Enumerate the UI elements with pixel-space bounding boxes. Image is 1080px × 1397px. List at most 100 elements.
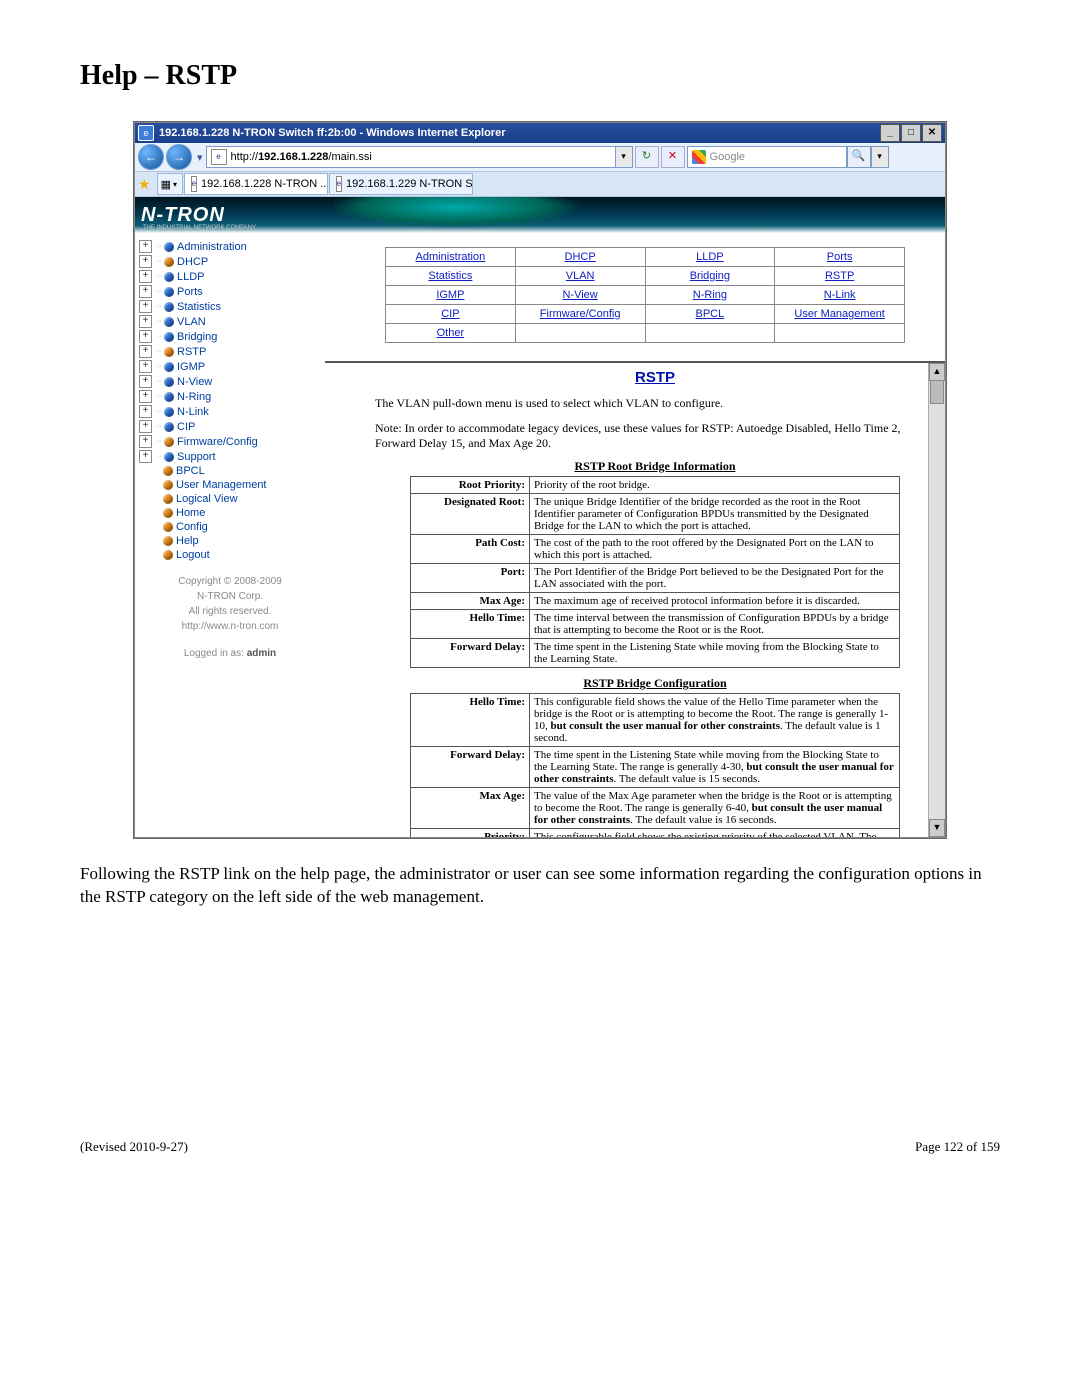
help-topic-cell[interactable]: Administration	[386, 248, 516, 267]
help-topic-link[interactable]: User Management	[794, 308, 885, 320]
url-field[interactable]: e http://192.168.1.228/main.ssi	[206, 146, 616, 168]
nav-item-cip[interactable]: +··CIP	[135, 419, 325, 434]
maximize-button[interactable]: □	[901, 124, 921, 142]
nav-item-rstp[interactable]: +··RSTP	[135, 344, 325, 359]
expand-icon[interactable]: +	[139, 300, 152, 313]
help-topic-cell[interactable]: N-View	[515, 286, 645, 305]
nav-dropdown-icon[interactable]: ▾	[197, 151, 203, 164]
expand-icon[interactable]: +	[139, 255, 152, 268]
help-topic-cell[interactable]: N-Link	[775, 286, 905, 305]
bridge-config-table: Hello Time:This configurable field shows…	[410, 693, 900, 837]
help-topic-link[interactable]: BPCL	[696, 308, 725, 320]
site-link[interactable]: http://www.n-tron.com	[182, 621, 279, 632]
expand-icon[interactable]: +	[139, 405, 152, 418]
nav-item-vlan[interactable]: +··VLAN	[135, 314, 325, 329]
nav-item-logical-view[interactable]: Logical View	[135, 492, 325, 506]
nav-item-support[interactable]: +··Support	[135, 449, 325, 464]
expand-icon[interactable]: +	[139, 285, 152, 298]
tree-connector: ··	[154, 408, 164, 415]
help-topic-cell[interactable]: IGMP	[386, 286, 516, 305]
field-description: Priority of the root bridge.	[530, 477, 900, 494]
nav-item-user-management[interactable]: User Management	[135, 478, 325, 492]
search-dropdown-icon[interactable]: ▾	[871, 146, 889, 168]
expand-icon[interactable]: +	[139, 315, 152, 328]
search-field[interactable]: Google	[687, 146, 847, 168]
expand-icon[interactable]: +	[139, 345, 152, 358]
help-topic-cell[interactable]: N-Ring	[645, 286, 775, 305]
nav-item-n-view[interactable]: +··N-View	[135, 374, 325, 389]
quick-tabs-button[interactable]: ▦▾	[157, 173, 183, 195]
close-button[interactable]: ✕	[922, 124, 942, 142]
stop-button[interactable]: ✕	[661, 146, 685, 168]
bullet-icon	[164, 407, 174, 417]
nav-item-firmware-config[interactable]: +··Firmware/Config	[135, 434, 325, 449]
help-topic-cell[interactable]: Bridging	[645, 267, 775, 286]
help-topic-cell[interactable]: Ports	[775, 248, 905, 267]
help-topic-link[interactable]: N-Link	[824, 289, 856, 301]
nav-item-administration[interactable]: +··Administration	[135, 239, 325, 254]
help-topic-cell[interactable]: LLDP	[645, 248, 775, 267]
url-prefix: http://	[231, 151, 259, 163]
nav-item-igmp[interactable]: +··IGMP	[135, 359, 325, 374]
help-topic-cell[interactable]: RSTP	[775, 267, 905, 286]
nav-item-help[interactable]: Help	[135, 534, 325, 548]
help-topic-link[interactable]: N-View	[562, 289, 597, 301]
search-go-button[interactable]: 🔍	[847, 146, 871, 168]
help-topic-link[interactable]: DHCP	[565, 251, 596, 263]
vertical-scrollbar[interactable]: ▲ ▼	[928, 363, 945, 837]
help-topic-cell[interactable]: DHCP	[515, 248, 645, 267]
help-topic-cell[interactable]: BPCL	[645, 305, 775, 324]
nav-item-n-ring[interactable]: +··N-Ring	[135, 389, 325, 404]
expand-icon[interactable]: +	[139, 390, 152, 403]
scroll-thumb[interactable]	[930, 380, 944, 404]
nav-item-n-link[interactable]: +··N-Link	[135, 404, 325, 419]
help-topic-link[interactable]: RSTP	[825, 270, 854, 282]
nav-item-lldp[interactable]: +··LLDP	[135, 269, 325, 284]
minimize-button[interactable]: _	[880, 124, 900, 142]
help-topic-link[interactable]: Bridging	[690, 270, 730, 282]
nav-item-bridging[interactable]: +··Bridging	[135, 329, 325, 344]
help-topic-link[interactable]: Administration	[416, 251, 486, 263]
table-row: Max Age:The value of the Max Age paramet…	[411, 788, 900, 829]
expand-icon[interactable]: +	[139, 375, 152, 388]
help-topic-link[interactable]: Firmware/Config	[540, 308, 621, 320]
tab-2[interactable]: e 192.168.1.229 N-TRON Swit...	[329, 173, 473, 195]
help-topic-cell[interactable]: User Management	[775, 305, 905, 324]
nav-item-ports[interactable]: +··Ports	[135, 284, 325, 299]
nav-item-home[interactable]: Home	[135, 506, 325, 520]
help-topic-cell[interactable]: Statistics	[386, 267, 516, 286]
expand-icon[interactable]: +	[139, 420, 152, 433]
help-topic-link[interactable]: Ports	[827, 251, 853, 263]
help-topic-link[interactable]: LLDP	[696, 251, 724, 263]
nav-item-logout[interactable]: Logout	[135, 548, 325, 562]
help-topic-link[interactable]: N-Ring	[693, 289, 727, 301]
nav-item-dhcp[interactable]: +··DHCP	[135, 254, 325, 269]
help-topic-link[interactable]: VLAN	[566, 270, 595, 282]
field-name: Priority:	[411, 829, 530, 838]
nav-item-statistics[interactable]: +··Statistics	[135, 299, 325, 314]
back-button[interactable]: ←	[138, 144, 164, 170]
nav-item-bpcl[interactable]: BPCL	[135, 464, 325, 478]
help-topic-link[interactable]: Statistics	[428, 270, 472, 282]
help-topic-link[interactable]: Other	[437, 327, 465, 339]
expand-icon[interactable]: +	[139, 240, 152, 253]
expand-icon[interactable]: +	[139, 450, 152, 463]
refresh-button[interactable]: ↻	[635, 146, 659, 168]
help-topic-link[interactable]: CIP	[441, 308, 459, 320]
url-dropdown-icon[interactable]: ▾	[616, 146, 633, 168]
favorites-icon[interactable]: ★	[138, 176, 151, 193]
nav-item-config[interactable]: Config	[135, 520, 325, 534]
expand-icon[interactable]: +	[139, 360, 152, 373]
help-topic-cell[interactable]: Firmware/Config	[515, 305, 645, 324]
help-topic-cell[interactable]: VLAN	[515, 267, 645, 286]
forward-button[interactable]: →	[166, 144, 192, 170]
help-topic-cell[interactable]: Other	[386, 324, 516, 343]
help-topic-cell[interactable]: CIP	[386, 305, 516, 324]
help-topic-link[interactable]: IGMP	[436, 289, 464, 301]
scroll-up-icon[interactable]: ▲	[929, 363, 945, 381]
expand-icon[interactable]: +	[139, 270, 152, 283]
scroll-down-icon[interactable]: ▼	[929, 819, 945, 837]
expand-icon[interactable]: +	[139, 435, 152, 448]
expand-icon[interactable]: +	[139, 330, 152, 343]
tab-1[interactable]: e 192.168.1.228 N-TRON ... ✕	[184, 173, 328, 195]
